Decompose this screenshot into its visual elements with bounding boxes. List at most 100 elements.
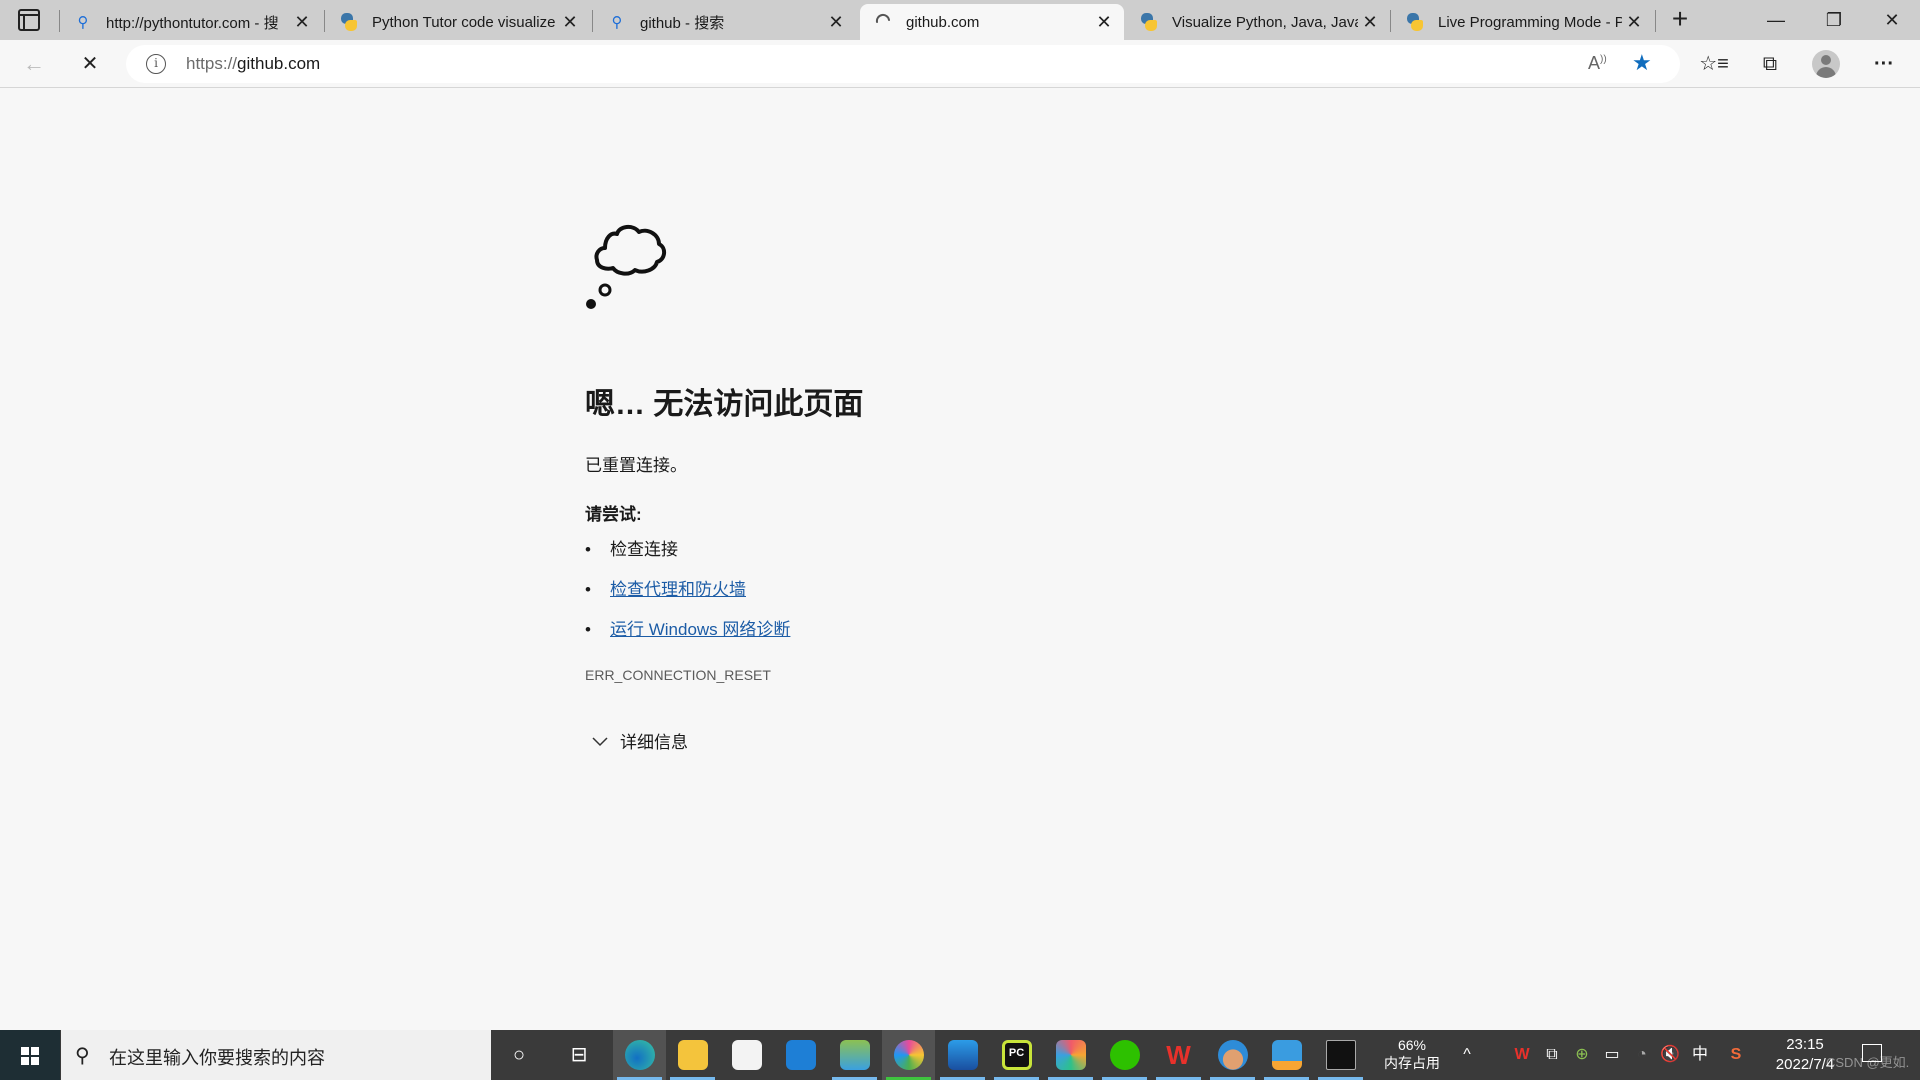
archive-icon (1271, 1040, 1302, 1070)
error-page: 嗯… 无法访问此页面 已重置连接。 请尝试: 检查连接 检查代理和防火墙 运行 … (585, 218, 1385, 753)
profile-avatar[interactable] (1812, 50, 1840, 78)
wifi-icon[interactable]: ◔ (1630, 1030, 1654, 1080)
taskbar-search-box[interactable]: ⚲ 在这里输入你要搜索的内容 (61, 1030, 491, 1080)
taskbar-app-green-arrow[interactable] (828, 1030, 881, 1080)
taskbar: ⚲ 在这里输入你要搜索的内容 ○ ⊟ PC W 66% 内存占用 ^ W ⧉ ⊕… (0, 1030, 1920, 1080)
ime-indicator[interactable]: 中 (1688, 1030, 1712, 1080)
error-description: 已重置连接。 (585, 456, 687, 475)
tab-title: Live Programming Mode - P (1438, 13, 1622, 31)
memory-usage[interactable]: 66% 内存占用 (1372, 1036, 1452, 1072)
check-proxy-firewall-link[interactable]: 检查代理和防火墙 (610, 580, 746, 599)
taskbar-app-pycharm[interactable]: PC (990, 1030, 1043, 1080)
suggestion-list: 检查连接 检查代理和防火墙 运行 Windows 网络诊断 (585, 537, 1385, 657)
loading-spinner-icon (874, 13, 892, 31)
app-arrow-icon (839, 1040, 870, 1070)
windows-network-diagnostics-link[interactable]: 运行 Windows 网络诊断 (610, 620, 790, 639)
tab-visualize-python[interactable]: Visualize Python, Java, JavaS ✕ (1126, 4, 1390, 40)
taskbar-app-wechat[interactable] (1098, 1030, 1151, 1080)
tab-github-search[interactable]: ⚲ github - 搜索 ✕ (594, 4, 856, 40)
notification-center-icon[interactable] (1862, 1044, 1882, 1062)
minimize-button[interactable]: — (1748, 0, 1804, 40)
error-heading: 嗯… 无法访问此页面 (585, 388, 864, 421)
tab-title: github - 搜索 (640, 14, 725, 32)
wechat-icon (1109, 1040, 1140, 1070)
terminal-icon (1325, 1040, 1356, 1070)
python-icon (340, 13, 358, 31)
search-icon: ⚲ (75, 1045, 90, 1067)
mail-icon (785, 1040, 816, 1070)
taskbar-app-photos[interactable] (936, 1030, 989, 1080)
tab-title: http://pythontutor.com - 搜 (106, 14, 279, 32)
collections-icon[interactable]: ⧉ (1754, 48, 1786, 80)
task-view-icon[interactable]: ⊟ (552, 1030, 606, 1080)
try-label: 请尝试: (585, 505, 642, 524)
tab-pythontutor-search[interactable]: ⚲ http://pythontutor.com - 搜 ✕ (60, 4, 322, 40)
taskbar-app-edge[interactable] (613, 1030, 666, 1080)
store-icon (731, 1040, 762, 1070)
tab-close-button[interactable]: ✕ (1358, 12, 1382, 33)
show-hidden-icons-button[interactable]: ^ (1452, 1030, 1482, 1080)
read-aloud-icon[interactable]: A)) (1588, 53, 1607, 74)
new-tab-button[interactable]: + (1664, 4, 1696, 36)
wps-icon: W (1166, 1040, 1191, 1070)
tab-close-button[interactable]: ✕ (558, 12, 582, 33)
favorites-icon[interactable]: ☆≡ (1698, 48, 1730, 80)
edge-icon (624, 1040, 655, 1070)
colorful-app-icon (893, 1040, 924, 1070)
tab-close-button[interactable]: ✕ (290, 12, 314, 33)
tab-actions-button[interactable] (18, 9, 40, 31)
python-icon (1406, 13, 1424, 31)
suggestion-check-connection: 检查连接 (585, 537, 1385, 577)
windows-logo-icon (21, 1047, 39, 1065)
tab-strip: ⚲ http://pythontutor.com - 搜 ✕ Python Tu… (0, 0, 1920, 40)
tab-close-button[interactable]: ✕ (824, 12, 848, 33)
details-toggle[interactable]: 详细信息 (585, 728, 1385, 753)
taskbar-app-file-explorer[interactable] (666, 1030, 719, 1080)
tab-separator (1390, 10, 1391, 32)
tab-close-button[interactable]: ✕ (1092, 12, 1116, 33)
tab-separator (324, 10, 325, 32)
close-window-button[interactable]: ✕ (1864, 0, 1920, 40)
battery-icon[interactable]: ▭ (1600, 1030, 1624, 1080)
taskbar-app-wps[interactable]: W (1152, 1030, 1205, 1080)
favorite-star-icon[interactable]: ★ (1632, 50, 1652, 76)
restore-button[interactable]: ❐ (1806, 0, 1862, 40)
tab-live-programming[interactable]: Live Programming Mode - P ✕ (1392, 4, 1654, 40)
taskbar-app-flower[interactable] (1044, 1030, 1097, 1080)
search-icon: ⚲ (611, 14, 623, 31)
tab-python-tutor[interactable]: Python Tutor code visualize ✕ (326, 4, 590, 40)
taskbar-app-store[interactable] (720, 1030, 773, 1080)
tab-separator (1655, 10, 1656, 32)
more-options-icon[interactable]: ··· (1868, 48, 1900, 80)
tab-title: Python Tutor code visualize (372, 13, 556, 31)
tab-close-button[interactable]: ✕ (1622, 12, 1646, 33)
stop-loading-button[interactable]: ✕ (74, 48, 106, 80)
site-info-icon[interactable]: i (146, 54, 166, 74)
taskbar-app-archive[interactable] (1260, 1030, 1313, 1080)
address-bar[interactable]: i https://github.com A)) ★ (126, 45, 1680, 83)
sogou-ime-icon[interactable]: S (1724, 1030, 1748, 1080)
pycharm-icon: PC (1001, 1040, 1032, 1070)
taskbar-app-character[interactable] (1206, 1030, 1259, 1080)
error-code: ERR_CONNECTION_RESET (585, 667, 771, 683)
folder-icon (677, 1040, 708, 1070)
tab-title: Visualize Python, Java, JavaS (1172, 13, 1358, 31)
security-tray-icon[interactable]: ⊕ (1570, 1030, 1594, 1080)
character-app-icon (1217, 1040, 1248, 1070)
suggestion-network-diagnostics: 运行 Windows 网络诊断 (585, 617, 1385, 657)
taskbar-search-placeholder: 在这里输入你要搜索的内容 (109, 1048, 325, 1068)
start-button[interactable] (0, 1030, 60, 1080)
taskbar-app-terminal[interactable] (1314, 1030, 1367, 1080)
flower-app-icon (1055, 1040, 1086, 1070)
taskbar-app-colorful[interactable] (882, 1030, 935, 1080)
thought-cloud-icon (586, 225, 666, 309)
remote-tray-icon[interactable]: ⧉ (1540, 1030, 1564, 1080)
tab-github-active[interactable]: github.com ✕ (860, 4, 1124, 40)
back-button[interactable]: ← (18, 48, 50, 80)
taskbar-app-mail[interactable] (774, 1030, 827, 1080)
wps-tray-icon[interactable]: W (1510, 1030, 1534, 1080)
url-text[interactable]: https://github.com (186, 54, 320, 74)
cortana-icon[interactable]: ○ (492, 1030, 546, 1080)
volume-muted-icon[interactable]: 🔇 (1658, 1030, 1682, 1080)
tab-title: github.com (906, 13, 980, 31)
